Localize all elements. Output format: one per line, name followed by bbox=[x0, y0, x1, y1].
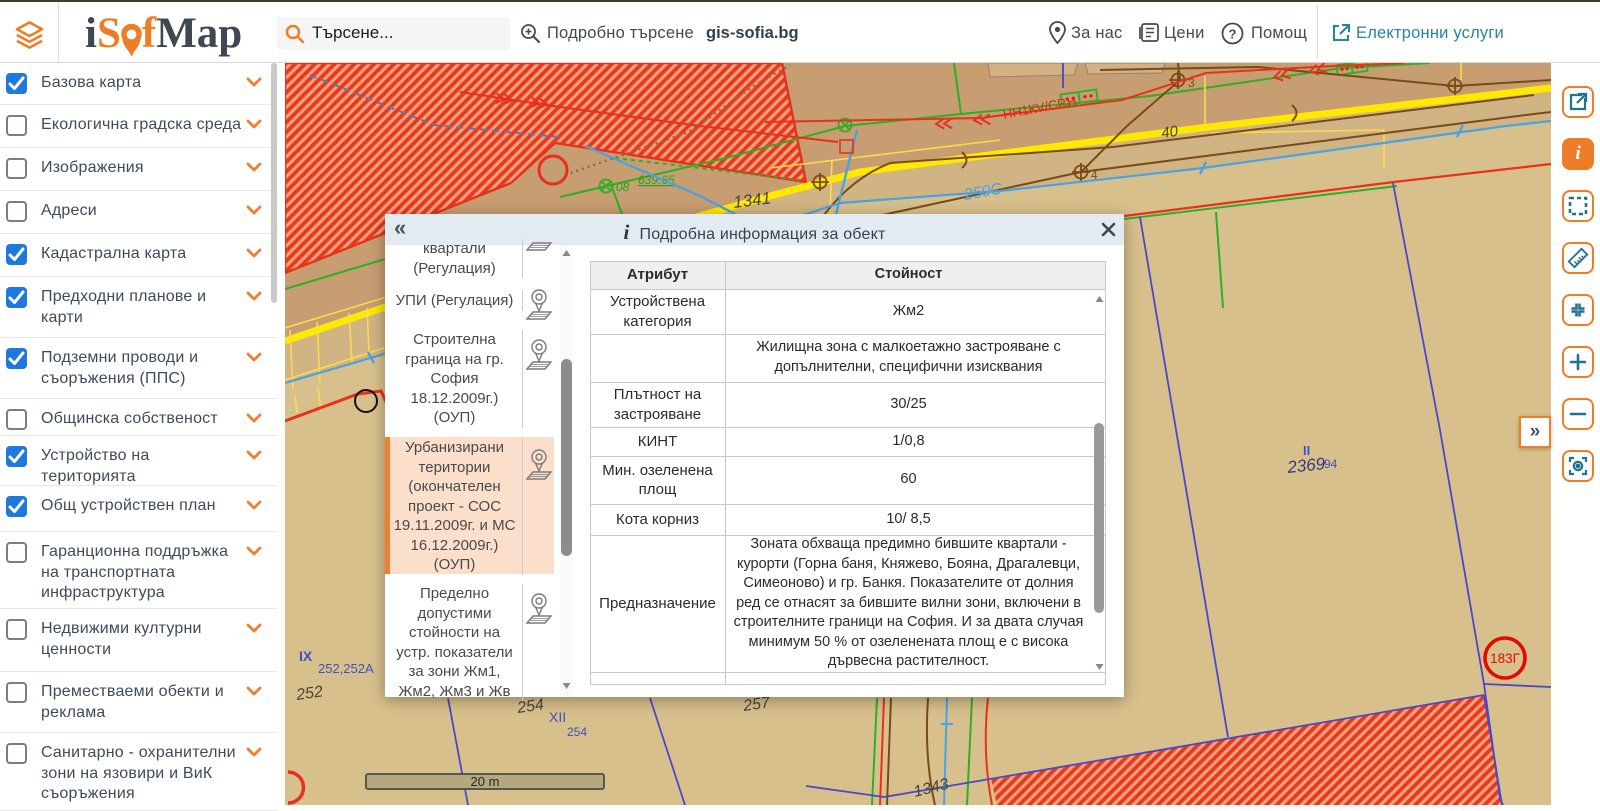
svg-text:40: 40 bbox=[1160, 123, 1180, 142]
svg-text:20 m: 20 m bbox=[471, 774, 500, 789]
svg-text:183Г: 183Г bbox=[1490, 651, 1521, 666]
svg-text:639.65: 639.65 bbox=[638, 173, 675, 187]
svg-text:252,252A: 252,252A bbox=[318, 661, 374, 676]
svg-text:08: 08 bbox=[616, 180, 630, 194]
svg-text:94: 94 bbox=[1324, 457, 1338, 471]
svg-text:IX: IX bbox=[299, 648, 313, 664]
svg-text:254: 254 bbox=[567, 725, 587, 739]
svg-text:XII: XII bbox=[549, 709, 566, 725]
svg-text:II: II bbox=[1303, 443, 1310, 458]
svg-text:?: ? bbox=[1229, 27, 1237, 42]
